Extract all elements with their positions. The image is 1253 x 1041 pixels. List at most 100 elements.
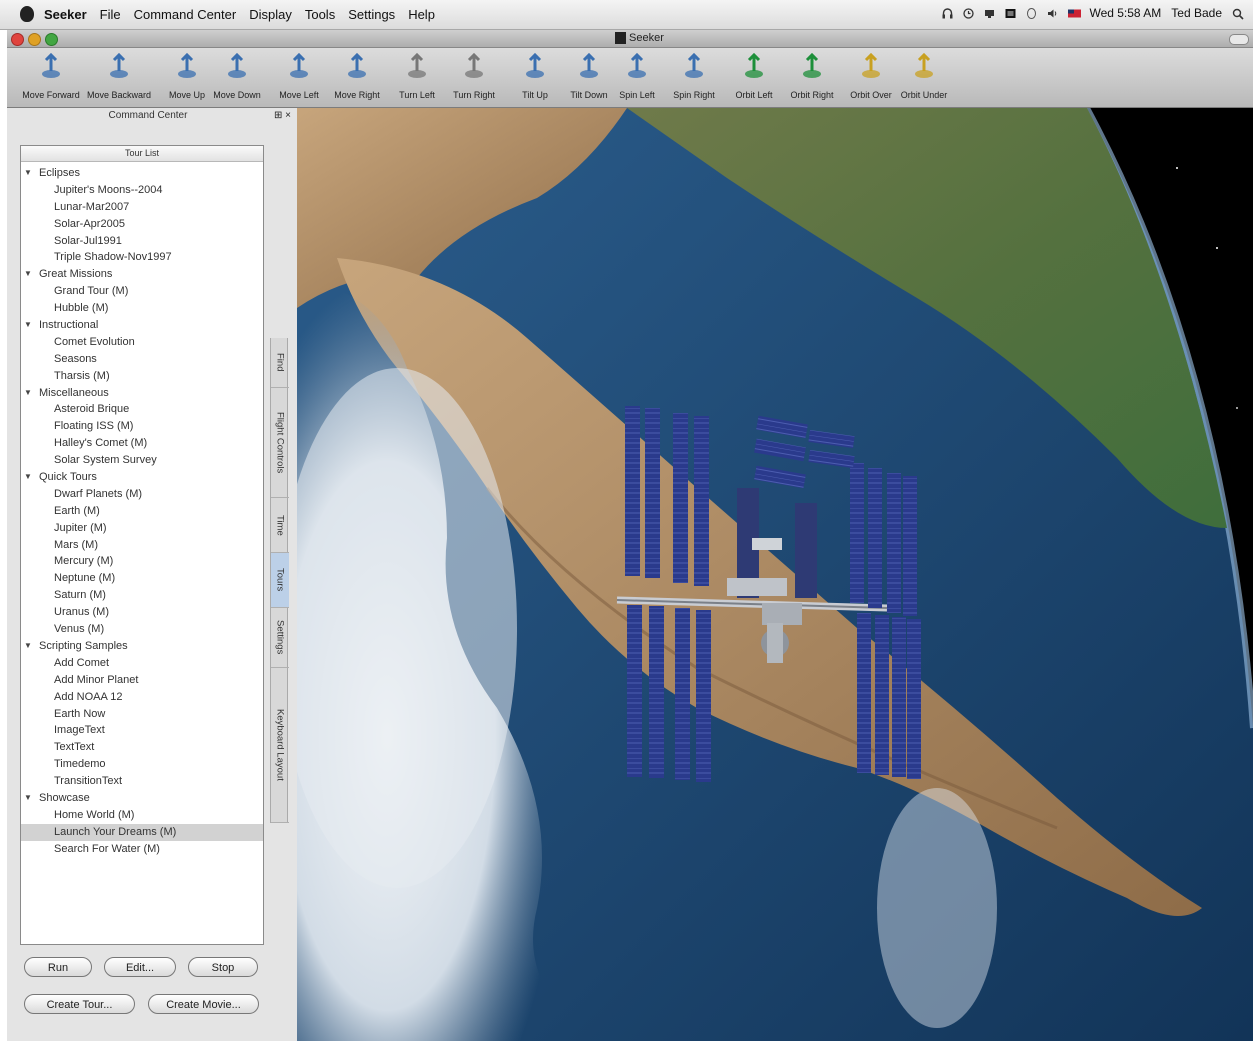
tour-list-item[interactable]: Timedemo: [21, 756, 263, 773]
minimize-window-button[interactable]: [28, 33, 41, 46]
tour-list-item[interactable]: Halley's Comet (M): [21, 435, 263, 452]
tour-list-item[interactable]: Saturn (M): [21, 587, 263, 604]
status-area: Wed 5:58 AM Ted Bade: [942, 6, 1244, 20]
create-movie-button[interactable]: Create Movie...: [148, 994, 259, 1014]
tour-list-item[interactable]: Triple Shadow-Nov1997: [21, 249, 263, 266]
run-button[interactable]: Run: [24, 957, 92, 977]
disclosure-triangle-icon[interactable]: ▼: [24, 638, 32, 655]
tour-category[interactable]: ▼ Instructional: [21, 317, 263, 334]
tour-list-item[interactable]: Search For Water (M): [21, 841, 263, 858]
tour-category[interactable]: ▼ Great Missions: [21, 266, 263, 283]
tour-category-label: Miscellaneous: [39, 386, 109, 399]
tour-list-item[interactable]: Jupiter (M): [21, 520, 263, 537]
turn-left-button[interactable]: Turn Left: [385, 52, 449, 100]
menu-command-center[interactable]: Command Center: [134, 7, 237, 22]
tour-category[interactable]: ▼ Quick Tours: [21, 469, 263, 486]
move-right-button[interactable]: Move Right: [325, 52, 389, 100]
close-window-button[interactable]: [11, 33, 24, 46]
side-tab-time[interactable]: Time: [271, 498, 289, 553]
tour-list-item[interactable]: Home World (M): [21, 807, 263, 824]
disclosure-triangle-icon[interactable]: ▼: [24, 790, 32, 807]
orbit-left-button[interactable]: Orbit Left: [722, 52, 786, 100]
apple-icon[interactable]: [20, 6, 34, 22]
spin-right-button[interactable]: Spin Right: [662, 52, 726, 100]
tour-list-item[interactable]: Asteroid Brique: [21, 401, 263, 418]
tour-list-item[interactable]: Add Minor Planet: [21, 672, 263, 689]
stop-button[interactable]: Stop: [188, 957, 258, 977]
toolbar-toggle-button[interactable]: [1229, 34, 1249, 45]
tour-list-item[interactable]: Neptune (M): [21, 570, 263, 587]
spotlight-search-icon[interactable]: [1232, 8, 1244, 20]
tour-list-item[interactable]: Grand Tour (M): [21, 283, 263, 300]
tour-list-item[interactable]: Mars (M): [21, 537, 263, 554]
tour-list-item[interactable]: Earth (M): [21, 503, 263, 520]
disclosure-triangle-icon[interactable]: ▼: [24, 266, 32, 283]
tour-list-item[interactable]: Venus (M): [21, 621, 263, 638]
tour-list-item[interactable]: Comet Evolution: [21, 334, 263, 351]
clock[interactable]: Wed 5:58 AM: [1089, 6, 1161, 20]
side-tab-find[interactable]: Find: [271, 338, 289, 388]
space-3d-viewport[interactable]: [297, 108, 1253, 1041]
tour-list-item[interactable]: Hubble (M): [21, 300, 263, 317]
tilt-down-icon: [577, 52, 601, 80]
volume-icon[interactable]: [1047, 8, 1058, 19]
tour-list-item[interactable]: Dwarf Planets (M): [21, 486, 263, 503]
tour-list-item[interactable]: Uranus (M): [21, 604, 263, 621]
disclosure-triangle-icon[interactable]: ▼: [24, 165, 32, 182]
tour-list-item[interactable]: Tharsis (M): [21, 368, 263, 385]
tour-list-item[interactable]: TextText: [21, 739, 263, 756]
panel-pin-close-icons[interactable]: ⊞ ×: [274, 110, 291, 121]
create-tour-button[interactable]: Create Tour...: [24, 994, 135, 1014]
edit-button[interactable]: Edit...: [104, 957, 176, 977]
tour-list-item[interactable]: Solar-Apr2005: [21, 216, 263, 233]
tour-category[interactable]: ▼ Miscellaneous: [21, 385, 263, 402]
orbit-over-icon: [859, 52, 883, 80]
tour-list-item[interactable]: Launch Your Dreams (M): [21, 823, 263, 841]
tour-list-item[interactable]: Seasons: [21, 351, 263, 368]
menu-tools[interactable]: Tools: [305, 7, 335, 22]
tour-list-item[interactable]: Earth Now: [21, 706, 263, 723]
side-tab-flight-controls[interactable]: Flight Controls: [271, 388, 289, 498]
disclosure-triangle-icon[interactable]: ▼: [24, 317, 32, 334]
bluetooth-icon[interactable]: [1026, 7, 1037, 19]
menu-list: Seeker File Command Center Display Tools Set…: [44, 7, 435, 22]
move-backward-button[interactable]: Move Backward: [87, 52, 151, 100]
display-icon[interactable]: [1005, 8, 1016, 19]
flag-icon[interactable]: [1068, 8, 1082, 19]
tour-category[interactable]: ▼ Showcase: [21, 790, 263, 807]
orbit-right-button[interactable]: Orbit Right: [780, 52, 844, 100]
tour-list-item[interactable]: TransitionText: [21, 773, 263, 790]
spin-left-button[interactable]: Spin Left: [605, 52, 669, 100]
move-left-button[interactable]: Move Left: [267, 52, 331, 100]
tour-list-item[interactable]: Floating ISS (M): [21, 418, 263, 435]
zoom-window-button[interactable]: [45, 33, 58, 46]
turn-right-button[interactable]: Turn Right: [442, 52, 506, 100]
headphones-icon[interactable]: [942, 7, 953, 19]
tour-category[interactable]: ▼ Eclipses: [21, 165, 263, 182]
menu-file[interactable]: File: [100, 7, 121, 22]
side-tab-keyboard-layout[interactable]: Keyboard Layout: [271, 668, 289, 823]
screen-icon[interactable]: [984, 8, 995, 19]
side-tab-tours[interactable]: Tours: [271, 553, 289, 608]
move-down-button[interactable]: Move Down: [205, 52, 269, 100]
tour-list-item[interactable]: Mercury (M): [21, 553, 263, 570]
tour-list-item[interactable]: ImageText: [21, 722, 263, 739]
menu-help[interactable]: Help: [408, 7, 435, 22]
tour-category[interactable]: ▼ Scripting Samples: [21, 638, 263, 655]
tour-list-item[interactable]: Solar-Jul1991: [21, 233, 263, 250]
tour-list-item[interactable]: Add Comet: [21, 655, 263, 672]
side-tab-settings[interactable]: Settings: [271, 608, 289, 668]
disclosure-triangle-icon[interactable]: ▼: [24, 385, 32, 402]
tour-list-item[interactable]: Add NOAA 12: [21, 689, 263, 706]
move-forward-button[interactable]: Move Forward: [19, 52, 83, 100]
tour-list-item[interactable]: Solar System Survey: [21, 452, 263, 469]
user-name[interactable]: Ted Bade: [1171, 6, 1222, 20]
menu-settings[interactable]: Settings: [348, 7, 395, 22]
orbit-under-button[interactable]: Orbit Under: [892, 52, 956, 100]
tour-list-item[interactable]: Jupiter's Moons--2004: [21, 182, 263, 199]
tour-list-item[interactable]: Lunar-Mar2007: [21, 199, 263, 216]
menu-app-name[interactable]: Seeker: [44, 7, 87, 22]
time-machine-icon[interactable]: [963, 7, 975, 19]
disclosure-triangle-icon[interactable]: ▼: [24, 469, 32, 486]
menu-display[interactable]: Display: [249, 7, 292, 22]
